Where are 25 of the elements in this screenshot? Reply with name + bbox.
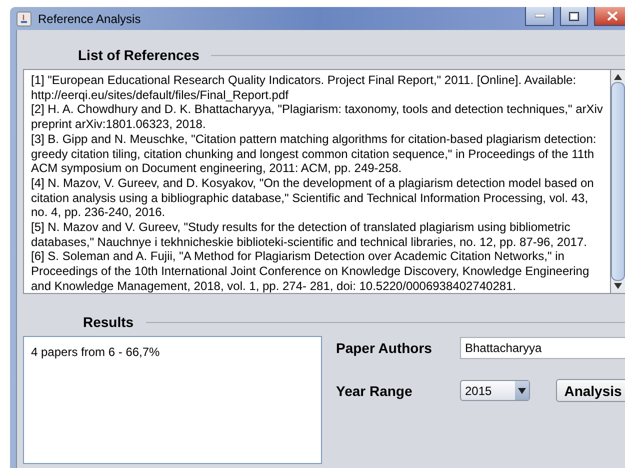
analysis-button[interactable]: Analysis: [556, 379, 625, 402]
year-dropdown[interactable]: 2015: [460, 380, 530, 401]
references-heading: List of References: [78, 47, 200, 63]
minimize-button[interactable]: [525, 7, 554, 26]
close-button[interactable]: [594, 7, 625, 26]
maximize-button[interactable]: [560, 7, 588, 26]
caret-icon: [518, 388, 526, 394]
reference-entry: [1] "European Educational Research Quality Indicators. Project Final Report," 2011. [Online]. Available: http://eerqi.eu/sites/default/files/Final_Report.pdf: [31, 73, 578, 102]
reference-entry: [2] H. A. Chowdhury and D. K. Bhattacharyya, "Plagiarism: taxonomy, tools and detection techniques," arXiv preprint arXiv:1801.06323, 2018.: [31, 102, 604, 132]
up-arrow-icon: [614, 74, 622, 80]
maximize-icon: [569, 12, 579, 20]
minimize-icon: [534, 14, 544, 18]
results-heading: Results: [83, 314, 134, 330]
reference-entry: [3] B. Gipp and N. Meuschke, "Citation pattern matching algorithms for citation-based plagiarism detection: greedy citation tiling, citation chunking and longest common citation sequence," in Proceedings of the 11th ACM symposium on Document engineering, 2011: ACM, pp. 249-258.: [31, 132, 598, 176]
window-title: Reference Analysis: [38, 12, 141, 26]
results-text-area[interactable]: 4 papers from 6 - 66,7%: [23, 336, 322, 464]
close-icon: [606, 11, 618, 21]
authors-input[interactable]: Bhattacharyya: [460, 337, 625, 359]
year-label: Year Range: [336, 382, 414, 398]
references-text-area[interactable]: [23, 69, 611, 294]
reference-entry: [4] N. Mazov, V. Gureev, and D. Kosyakov, "On the development of a plagiarism detection model based on citation analysis using a bibliographic database," Scientific and Technical Information Processing, vol. 43, no. 4, pp. 236-240, 2016.: [31, 176, 595, 220]
reference-entry: [6] S. Soleman and A. Fujii, "A Method for Plagiarism Detection over Academic Citation Networks," in Proceedings of the 10th International Joint Conference on Knowledge Discovery, Knowledge Engineering and Knowledge Management, 2018, vol. 1, pp. 274- 281, doi: 10.5220/0006938402740281.: [31, 249, 590, 293]
reference-entry: [5] N. Mazov and V. Gureev, "Study results for the detection of translated plagiarism using bibliometric databases," Nauchnye i tekhnicheskie biblioteki-scientific and technical libraries, no. 12, pp. 87-96, 2017.: [31, 220, 588, 250]
down-arrow-icon: [614, 283, 622, 289]
authors-label: Paper Authors: [336, 340, 433, 356]
